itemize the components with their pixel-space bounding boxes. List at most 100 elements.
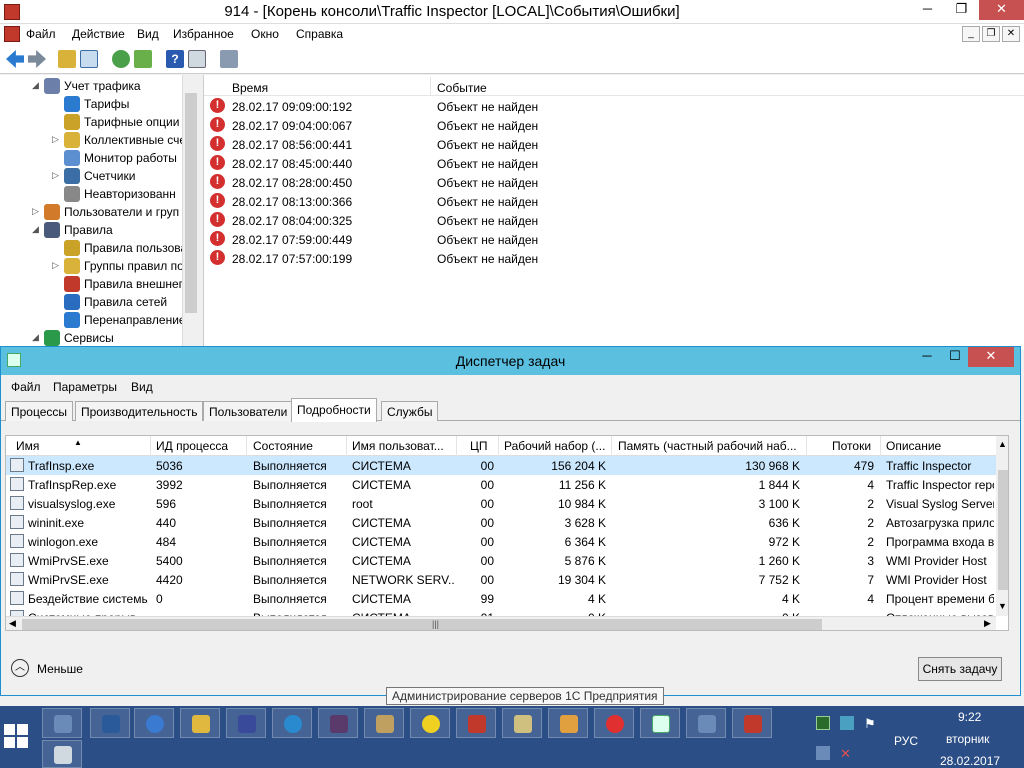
expand-icon[interactable]: ▷ bbox=[32, 206, 40, 217]
minimize-button[interactable]: ─ bbox=[910, 0, 944, 20]
process-list-vscrollbar[interactable]: ▲ ▼ bbox=[996, 436, 1008, 616]
vscroll-thumb[interactable] bbox=[998, 470, 1008, 590]
tm-menu-view[interactable]: Вид bbox=[131, 380, 153, 394]
expand-icon[interactable]: ▷ bbox=[52, 170, 60, 181]
event-row[interactable]: ! 28.02.17 08:45:00:440 Объект не найден bbox=[204, 154, 1024, 173]
flag-icon[interactable]: ⚑ bbox=[864, 716, 878, 731]
up-folder-icon[interactable] bbox=[58, 50, 76, 68]
expand-icon[interactable]: ▷ bbox=[52, 260, 60, 271]
column-state[interactable]: Состояние bbox=[253, 439, 343, 453]
event-row[interactable]: ! 28.02.17 08:13:00:366 Объект не найден bbox=[204, 192, 1024, 211]
menu-window[interactable]: Окно bbox=[251, 27, 279, 41]
tm-menu-options[interactable]: Параметры bbox=[53, 380, 117, 394]
tm-maximize-button[interactable]: ☐ bbox=[942, 347, 968, 367]
tab-performance[interactable]: Производительность bbox=[75, 401, 204, 421]
menu-help[interactable]: Справка bbox=[296, 27, 343, 41]
process-row[interactable]: Бездействие системы 0 Выполняется СИСТЕМА 99… bbox=[6, 589, 996, 608]
taskbar-traffic-inspector[interactable] bbox=[456, 708, 496, 738]
taskbar-task-manager[interactable] bbox=[640, 708, 680, 738]
plugin-icon[interactable] bbox=[220, 50, 238, 68]
taskbar-powershell[interactable] bbox=[90, 708, 130, 738]
tm-close-button[interactable]: ✕ bbox=[968, 347, 1014, 367]
taskbar-ie[interactable] bbox=[272, 708, 312, 738]
event-row[interactable]: ! 28.02.17 08:04:00:325 Объект не найден bbox=[204, 211, 1024, 230]
mdi-close-button[interactable]: ✕ bbox=[1002, 26, 1020, 42]
process-row[interactable]: winlogon.exe 484 Выполняется СИСТЕМА 00 6 364… bbox=[6, 532, 996, 551]
hscroll-thumb[interactable]: ||| bbox=[22, 619, 822, 630]
tab-details[interactable]: Подробности bbox=[291, 398, 377, 422]
collapse-icon[interactable]: ◢ bbox=[32, 80, 40, 91]
column-event[interactable]: Событие bbox=[437, 81, 487, 95]
taskbar-yandex[interactable] bbox=[594, 708, 634, 738]
export-list-icon[interactable] bbox=[134, 50, 152, 68]
collapse-icon[interactable]: ◢ bbox=[32, 224, 40, 235]
menu-favorites[interactable]: Избранное bbox=[173, 27, 234, 41]
tree-scrollbar[interactable] bbox=[182, 75, 198, 350]
mdi-minimize-button[interactable]: _ bbox=[962, 26, 980, 42]
taskbar-1c[interactable] bbox=[410, 708, 450, 738]
mdi-child-icon[interactable] bbox=[4, 26, 20, 42]
taskbar-app-network[interactable] bbox=[686, 708, 726, 738]
process-row[interactable]: wininit.exe 440 Выполняется СИСТЕМА 00 3 628 … bbox=[6, 513, 996, 532]
forward-arrow-icon[interactable] bbox=[28, 50, 46, 68]
column-working-set[interactable]: Рабочий набор (... bbox=[504, 439, 608, 453]
scroll-up-arrow-icon[interactable]: ▲ bbox=[998, 439, 1007, 449]
event-row[interactable]: ! 28.02.17 07:59:00:449 Объект не найден bbox=[204, 230, 1024, 249]
taskbar-app-clipboard[interactable] bbox=[502, 708, 542, 738]
column-pid[interactable]: ИД процесса bbox=[156, 439, 246, 453]
taskbar-app-file[interactable] bbox=[42, 740, 82, 768]
refresh-icon[interactable] bbox=[112, 50, 130, 68]
tray-app-icon[interactable] bbox=[840, 716, 854, 730]
tab-users[interactable]: Пользователи bbox=[203, 401, 294, 421]
show-tree-icon[interactable] bbox=[80, 50, 98, 68]
properties-icon[interactable] bbox=[188, 50, 206, 68]
scroll-left-arrow-icon[interactable]: ◀ bbox=[9, 618, 16, 629]
taskbar-app-monitor[interactable] bbox=[318, 708, 358, 738]
tm-minimize-button[interactable]: ─ bbox=[914, 347, 940, 367]
event-row[interactable]: ! 28.02.17 07:57:00:199 Объект не найден bbox=[204, 249, 1024, 268]
clock-time[interactable]: 9:22 bbox=[958, 710, 981, 724]
tab-services[interactable]: Службы bbox=[381, 401, 439, 421]
process-list-hscrollbar[interactable]: ◀ ||| ▶ bbox=[6, 616, 996, 630]
menu-action[interactable]: Действие bbox=[72, 27, 125, 41]
taskbar-tools[interactable] bbox=[364, 708, 404, 738]
help-icon[interactable]: ? bbox=[166, 50, 184, 68]
menu-file[interactable]: Файл bbox=[26, 27, 56, 41]
end-task-button[interactable]: Снять задачу bbox=[918, 657, 1002, 681]
process-row[interactable]: TrafInspRep.exe 3992 Выполняется СИСТЕМА 00 1… bbox=[6, 475, 996, 494]
tray-monitor-icon[interactable] bbox=[816, 716, 830, 730]
taskbar-explorer[interactable] bbox=[180, 708, 220, 738]
collapse-icon[interactable]: ◢ bbox=[32, 332, 40, 343]
tray-network-icon[interactable] bbox=[816, 746, 830, 760]
event-row[interactable]: ! 28.02.17 08:28:00:450 Объект не найден bbox=[204, 173, 1024, 192]
tm-menu-file[interactable]: Файл bbox=[11, 380, 41, 394]
taskbar-app-save[interactable] bbox=[226, 708, 266, 738]
scroll-down-arrow-icon[interactable]: ▼ bbox=[998, 601, 1007, 611]
taskbar-server-manager[interactable] bbox=[42, 708, 82, 738]
column-time[interactable]: Время bbox=[232, 81, 268, 95]
taskbar-app-blue[interactable] bbox=[134, 708, 174, 738]
event-row[interactable]: ! 28.02.17 08:56:00:441 Объект не найден bbox=[204, 135, 1024, 154]
start-button[interactable] bbox=[4, 724, 32, 752]
tree-scroll-thumb[interactable] bbox=[185, 93, 197, 313]
event-row[interactable]: ! 28.02.17 09:09:00:192 Объект не найден bbox=[204, 97, 1024, 116]
clock-date[interactable]: 28.02.2017 bbox=[940, 754, 1000, 768]
process-row[interactable]: TrafInsp.exe 5036 Выполняется СИСТЕМА 00 156 … bbox=[6, 456, 996, 475]
restore-button[interactable]: ❐ bbox=[944, 0, 978, 20]
taskbar-app-red[interactable] bbox=[732, 708, 772, 738]
scroll-right-arrow-icon[interactable]: ▶ bbox=[984, 618, 991, 629]
close-button[interactable]: ✕ bbox=[978, 0, 1024, 20]
process-row[interactable]: WmiPrvSE.exe 5400 Выполняется СИСТЕМА 00 5 87… bbox=[6, 551, 996, 570]
menu-view[interactable]: Вид bbox=[137, 27, 159, 41]
expand-icon[interactable]: ▷ bbox=[52, 134, 60, 145]
taskbar-app-paint[interactable] bbox=[548, 708, 588, 738]
process-row[interactable]: visualsyslog.exe 596 Выполняется root 00 10 9… bbox=[6, 494, 996, 513]
mdi-restore-button[interactable]: ❐ bbox=[982, 26, 1000, 42]
tab-processes[interactable]: Процессы bbox=[5, 401, 74, 421]
column-cpu[interactable]: ЦП bbox=[470, 439, 494, 453]
back-arrow-icon[interactable] bbox=[6, 50, 24, 68]
clock-weekday[interactable]: вторник bbox=[946, 732, 989, 746]
column-description[interactable]: Описание bbox=[886, 439, 994, 453]
event-row[interactable]: ! 28.02.17 09:04:00:067 Объект не найден bbox=[204, 116, 1024, 135]
input-language[interactable]: РУС bbox=[894, 734, 918, 748]
